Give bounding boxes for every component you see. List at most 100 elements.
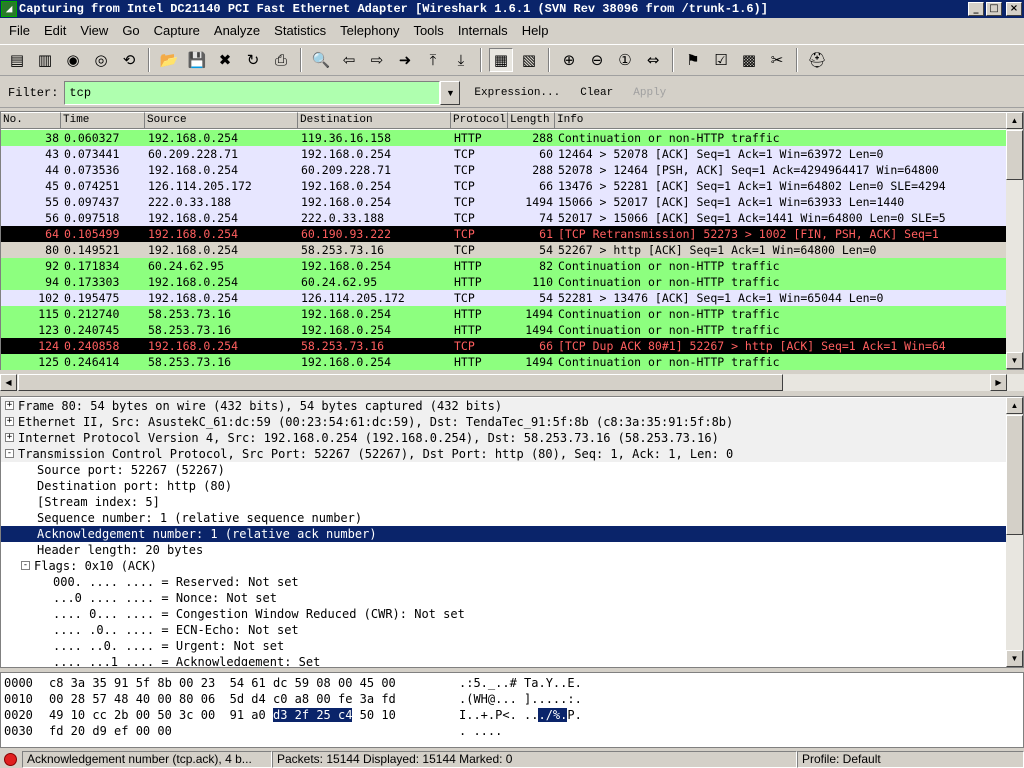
capture-filters-icon[interactable]: ⚑ (681, 48, 705, 72)
packet-list-hscrollbar[interactable]: ◀ ▶ (0, 374, 1024, 391)
restart-capture-icon[interactable]: ⟲ (117, 48, 141, 72)
collapse-icon[interactable]: - (21, 561, 30, 570)
packet-row[interactable]: 45 0.074251 126.114.205.172 192.168.0.254 TC… (1, 178, 1007, 194)
expert-info-icon[interactable] (4, 752, 17, 766)
menu-capture[interactable]: Capture (147, 21, 207, 41)
packet-row[interactable]: 64 0.105499 192.168.0.254 60.190.93.222 TCP 6… (1, 226, 1007, 242)
packet-row[interactable]: 102 0.195475 192.168.0.254 126.114.205.172 T… (1, 290, 1007, 306)
packet-row[interactable]: 115 0.212740 58.253.73.16 192.168.0.254 HTTP… (1, 306, 1007, 322)
packet-row[interactable]: 124 0.240858 192.168.0.254 58.253.73.16 TCP 6… (1, 338, 1007, 354)
preferences-icon[interactable]: ✂ (765, 48, 789, 72)
packet-row[interactable]: 92 0.171834 60.24.62.95 192.168.0.254 HTTP 82… (1, 258, 1007, 274)
packet-row[interactable]: 123 0.240745 58.253.73.16 192.168.0.254 HTTP… (1, 322, 1007, 338)
expand-icon[interactable]: + (5, 417, 14, 426)
detail-tree-item[interactable]: Sequence number: 1 (relative sequence nu… (1, 510, 1007, 526)
capture-options-icon[interactable]: ▥ (33, 48, 57, 72)
detail-tree-item[interactable]: Source port: 52267 (52267) (1, 462, 1007, 478)
go-back-icon[interactable]: ⇦ (337, 48, 361, 72)
maximize-button[interactable]: □ (986, 2, 1002, 16)
save-file-icon[interactable]: 💾 (185, 48, 209, 72)
packet-row[interactable]: 44 0.073536 192.168.0.254 60.209.228.71 TCP 2… (1, 162, 1007, 178)
stop-capture-icon[interactable]: ◎ (89, 48, 113, 72)
status-profile[interactable]: Profile: Default (797, 750, 1024, 768)
go-forward-icon[interactable]: ⇨ (365, 48, 389, 72)
detail-tree-item[interactable]: Destination port: http (80) (1, 478, 1007, 494)
print-icon[interactable]: ⎙ (269, 48, 293, 72)
menu-help[interactable]: Help (515, 21, 556, 41)
filter-dropdown-button[interactable]: ▼ (440, 80, 461, 105)
display-filters-icon[interactable]: ☑ (709, 48, 733, 72)
packet-row[interactable]: 38 0.060327 192.168.0.254 119.36.16.158 HTTP… (1, 130, 1007, 146)
menu-internals[interactable]: Internals (451, 21, 515, 41)
scroll-up-icon[interactable]: ▲ (1006, 397, 1023, 414)
hex-row[interactable]: 0020 49 10 cc 2b 00 50 3c 00 91 a0 d3 2f … (1, 707, 1007, 723)
column-header-time[interactable]: Time (61, 112, 145, 129)
packet-list-vscrollbar[interactable]: ▲ ▼ (1006, 112, 1023, 369)
start-capture-icon[interactable]: ◉ (61, 48, 85, 72)
scroll-thumb[interactable] (1006, 415, 1023, 535)
detail-tree-item[interactable]: Acknowledgement number: 1 (relative ack … (1, 526, 1007, 542)
column-header-info[interactable]: Info (555, 112, 1007, 129)
packet-row[interactable]: 55 0.097437 222.0.33.188 192.168.0.254 TCP 14… (1, 194, 1007, 210)
column-header-protocol[interactable]: Protocol (451, 112, 508, 129)
column-header-source[interactable]: Source (145, 112, 298, 129)
scroll-down-icon[interactable]: ▼ (1006, 352, 1023, 369)
find-packet-icon[interactable]: 🔍 (309, 48, 333, 72)
menu-statistics[interactable]: Statistics (267, 21, 333, 41)
packet-row[interactable]: 94 0.173303 192.168.0.254 60.24.62.95 HTTP 11… (1, 274, 1007, 290)
expression-button[interactable]: Expression... (474, 87, 560, 99)
apply-button[interactable]: Apply (633, 87, 666, 99)
detail-tree-item[interactable]: 000. .... .... = Reserved: Not set (1, 574, 1007, 590)
packet-row[interactable]: 80 0.149521 192.168.0.254 58.253.73.16 TCP 54… (1, 242, 1007, 258)
menu-go[interactable]: Go (115, 21, 146, 41)
menu-tools[interactable]: Tools (406, 21, 450, 41)
menu-view[interactable]: View (73, 21, 115, 41)
scroll-down-icon[interactable]: ▼ (1006, 650, 1023, 667)
go-first-icon[interactable]: ⤒ (421, 48, 445, 72)
close-button[interactable]: × (1006, 2, 1022, 16)
zoom-out-icon[interactable]: ⊖ (585, 48, 609, 72)
detail-tree-item[interactable]: - Flags: 0x10 (ACK) (1, 558, 1007, 574)
expand-icon[interactable]: + (5, 433, 14, 442)
detail-tree-item[interactable]: Header length: 20 bytes (1, 542, 1007, 558)
filter-input[interactable]: tcp (64, 80, 441, 105)
detail-tree-item[interactable]: .... ...1 .... = Acknowledgement: Set (1, 654, 1007, 666)
packet-row[interactable]: 125 0.246414 58.253.73.16 192.168.0.254 HTTP… (1, 354, 1007, 370)
packet-row[interactable]: 56 0.097518 192.168.0.254 222.0.33.188 TCP 74… (1, 210, 1007, 226)
reload-icon[interactable]: ↻ (241, 48, 265, 72)
menu-edit[interactable]: Edit (37, 21, 73, 41)
detail-tree-item[interactable]: [Stream index: 5] (1, 494, 1007, 510)
detail-tree-item[interactable]: .... .0.. .... = ECN-Echo: Not set (1, 622, 1007, 638)
scroll-thumb[interactable] (1006, 130, 1023, 180)
menu-telephony[interactable]: Telephony (333, 21, 406, 41)
expand-icon[interactable]: + (5, 401, 14, 410)
scroll-right-icon[interactable]: ▶ (990, 374, 1007, 391)
detail-tree-item[interactable]: .... 0... .... = Congestion Window Reduc… (1, 606, 1007, 622)
zoom-normal-icon[interactable]: ① (613, 48, 637, 72)
clear-button[interactable]: Clear (580, 87, 613, 99)
resize-columns-icon[interactable]: ⇔ (641, 48, 665, 72)
column-header-destination[interactable]: Destination (298, 112, 451, 129)
column-header-no[interactable]: No. (1, 112, 61, 129)
details-vscrollbar[interactable]: ▲ ▼ (1006, 397, 1023, 667)
scroll-up-icon[interactable]: ▲ (1006, 112, 1023, 129)
go-last-icon[interactable]: ⤓ (449, 48, 473, 72)
detail-tree-item[interactable]: + Internet Protocol Version 4, Src: 192.1… (1, 430, 1007, 446)
detail-tree-item[interactable]: + Frame 80: 54 bytes on wire (432 bits), … (1, 398, 1007, 414)
zoom-in-icon[interactable]: ⊕ (557, 48, 581, 72)
hex-row[interactable]: 0000 c8 3a 35 91 5f 8b 00 23 54 61 dc 59 … (1, 675, 1007, 691)
close-file-icon[interactable]: ✖ (213, 48, 237, 72)
detail-tree-item[interactable]: - Transmission Control Protocol, Src Port… (1, 446, 1007, 462)
go-to-packet-icon[interactable]: ➜ (393, 48, 417, 72)
scroll-left-icon[interactable]: ◀ (0, 374, 17, 391)
hscroll-thumb[interactable] (18, 374, 783, 391)
packet-row[interactable]: 43 0.073441 60.209.228.71 192.168.0.254 TCP 6… (1, 146, 1007, 162)
auto-scroll-icon[interactable]: ▧ (517, 48, 541, 72)
help-icon[interactable]: ⛑ (805, 48, 829, 72)
column-header-length[interactable]: Length (508, 112, 555, 129)
detail-tree-item[interactable]: .... ..0. .... = Urgent: Not set (1, 638, 1007, 654)
colorize-icon[interactable]: ▦ (489, 48, 513, 72)
menu-analyze[interactable]: Analyze (207, 21, 267, 41)
minimize-button[interactable]: _ (968, 2, 984, 16)
menu-file[interactable]: File (2, 21, 37, 41)
